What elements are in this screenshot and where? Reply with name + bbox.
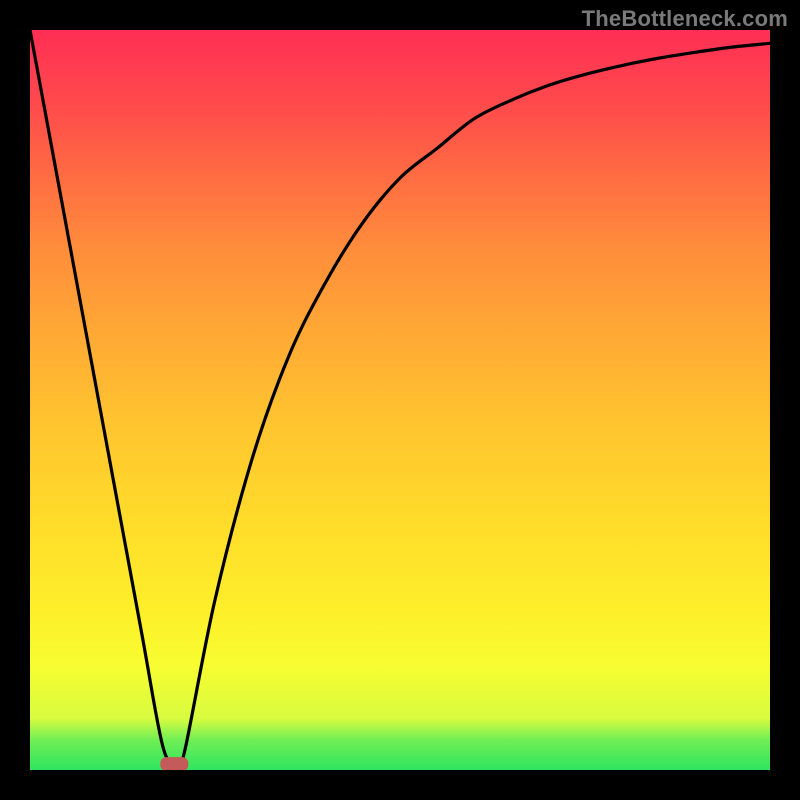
minimum-marker	[160, 757, 188, 770]
curve-path	[30, 30, 770, 765]
plot-area	[30, 30, 770, 770]
chart-frame: TheBottleneck.com	[0, 0, 800, 800]
bottleneck-curve	[30, 30, 770, 770]
watermark-text: TheBottleneck.com	[582, 6, 788, 32]
